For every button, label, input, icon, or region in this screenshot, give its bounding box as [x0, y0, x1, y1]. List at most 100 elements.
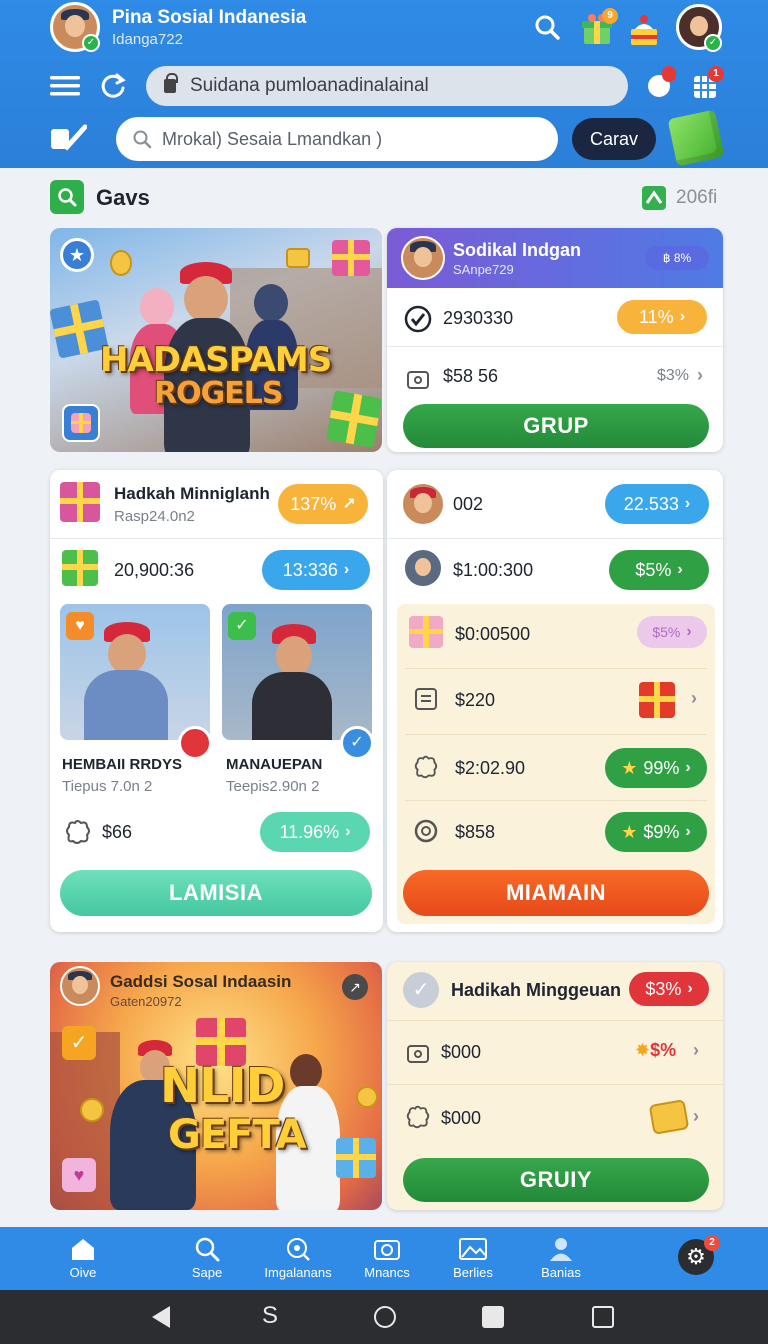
left-row-pill[interactable]: 13:336 › [262, 550, 370, 590]
list-gift-icon [409, 616, 443, 648]
right-row-pill[interactable]: $5% › [609, 550, 709, 590]
check-circle-icon [403, 304, 433, 334]
divider [387, 1084, 723, 1085]
list-pill-text: 99% [643, 757, 680, 778]
list-pill-text: $9% [643, 821, 680, 842]
blue-check-icon: ✓ [340, 726, 374, 760]
divider [50, 538, 383, 539]
gift-card-title-pill[interactable]: $3% › [629, 972, 709, 1006]
nav-media[interactable]: Mnancs [342, 1235, 432, 1280]
left-bottom-pill[interactable]: 11.96% › [260, 812, 370, 852]
promo-info-card: Sodikal Indgan SAnpe729 ฿ 8% 2930330 11%… [387, 228, 723, 452]
gift-card-title-pill-text: $3% [645, 978, 682, 999]
banner2-close-icon[interactable]: ↗ [342, 974, 368, 1000]
menu-icon[interactable] [48, 69, 82, 103]
system-navigation-bar: S [0, 1290, 768, 1344]
check-badge-icon: ✓ [228, 612, 256, 640]
search-button[interactable]: Carav [572, 118, 656, 160]
image-icon [428, 1235, 518, 1263]
right-card-title-pill[interactable]: 22.533 › [605, 484, 709, 524]
burst-icon: ✸ [635, 1040, 651, 1060]
promo-row2-meta: $3% [657, 367, 690, 384]
player-tile[interactable]: ♥ [60, 604, 210, 740]
right-card-avatar[interactable] [401, 482, 445, 526]
green-cube-icon[interactable] [667, 109, 725, 167]
chevron-right-icon[interactable]: › [693, 1040, 699, 1061]
explore-icon [253, 1235, 343, 1263]
banner2-subheadline: GEFTA [168, 1112, 307, 1158]
miamain-button[interactable]: MIAMAIN [403, 870, 709, 916]
search-icon[interactable] [530, 10, 564, 44]
section-title: Gavs [96, 185, 150, 210]
gruiy-button[interactable]: GRUIY [403, 1158, 709, 1202]
section-count: 206fi [676, 187, 718, 208]
window-icon[interactable] [592, 1306, 614, 1328]
home-circle-icon[interactable] [374, 1306, 396, 1328]
banner2-title: Gaddsi Sosal Indaasin [110, 972, 292, 991]
verified-check-icon: ✓ [82, 34, 100, 52]
nav-explore[interactable]: Imgalanans [253, 1235, 343, 1280]
promo-row1-value: 2930330 [443, 308, 514, 328]
s-icon[interactable]: S [262, 1302, 278, 1330]
heart-badge-icon: ♥ [66, 612, 94, 640]
user-online-check-icon: ✓ [704, 34, 722, 52]
gift-row1-meta: ✸$% [635, 1040, 676, 1061]
left-card-title-pill-text: 137% [290, 493, 337, 514]
player-name: HEMBAII RRDYS [62, 756, 183, 773]
search-input[interactable]: Mrokal) Sesaia Lmandkan ) [116, 117, 558, 161]
puzzle-icon [62, 816, 94, 848]
promo-host-avatar[interactable] [401, 236, 445, 280]
list-pill[interactable]: ★ $9% › [605, 812, 707, 852]
chevron-right-icon[interactable]: › [691, 688, 697, 709]
promo-banner-2[interactable]: Gaddsi Sosal Indaasin Gaten20972 ↗ ✓ ♥ N… [50, 962, 382, 1210]
divider [405, 734, 707, 735]
recents-square-icon[interactable] [482, 1306, 504, 1328]
profile-icon [516, 1235, 606, 1263]
player-tile[interactable]: ✓ [222, 604, 372, 740]
banner2-gift-small [336, 1138, 376, 1178]
app-title: Pina Sosial Indanesia [112, 7, 307, 28]
list-pill[interactable]: $5% › [637, 616, 707, 648]
timer-icon [411, 816, 441, 846]
favorite-star-icon[interactable]: ★ [60, 238, 94, 272]
user-avatar-face [690, 15, 708, 36]
row-gift-icon [62, 550, 98, 586]
promo-row1-pill[interactable]: 11% › [617, 300, 707, 334]
back-icon[interactable] [152, 1306, 170, 1328]
left-row-value: 20,900:36 [114, 560, 195, 580]
banner-gift-top [332, 240, 370, 276]
list-gift-icon [639, 682, 675, 718]
nav-label: Berlies [453, 1265, 493, 1280]
address-bar[interactable]: Suidana pumloanadinalainal [146, 66, 628, 106]
lamisia-button[interactable]: LAMISIA [60, 870, 372, 916]
check-circle-icon: ✓ [403, 972, 439, 1008]
nav-label: Oive [69, 1265, 97, 1280]
banner2-coin [80, 1098, 104, 1122]
nav-home[interactable]: Oive [38, 1235, 128, 1280]
header-gift-icon [60, 482, 100, 522]
nav-label: Imgalanans [264, 1265, 332, 1280]
left-bottom-value: $66 [102, 822, 133, 842]
app-logo-icon[interactable] [48, 120, 88, 156]
banner-coin-2 [286, 248, 310, 268]
chevron-right-icon[interactable]: › [693, 1106, 699, 1127]
refresh-icon[interactable] [96, 69, 130, 103]
grup-button[interactable]: GRUP [403, 404, 709, 448]
red-tag-icon [178, 726, 212, 760]
left-reward-card: Hadkah Minniglanh Rasp24.0n2 137% ↗ 20,90… [50, 470, 383, 932]
promo-banner[interactable]: HADASPAMS ROGELS ★ [50, 228, 382, 452]
avatar-face [65, 14, 85, 37]
nav-profile[interactable]: Banias [516, 1235, 606, 1280]
left-card-title: Hadkah Minniglanh [114, 484, 270, 503]
left-card-title-pill[interactable]: 137% ↗ [278, 484, 368, 524]
promo-row1-pill-text: 11% [638, 306, 674, 327]
chevron-right-icon[interactable]: › [697, 365, 703, 386]
list-pill[interactable]: ★ 99% › [605, 748, 707, 788]
promo-row2-value: $58 56 [443, 366, 499, 386]
cake-icon[interactable] [626, 10, 662, 50]
lock-icon [164, 73, 178, 93]
nav-search[interactable]: Sape [162, 1235, 252, 1280]
banner-gift-right [326, 390, 382, 448]
gift-box-badge-icon[interactable] [62, 404, 100, 442]
nav-gallery[interactable]: Berlies [428, 1235, 518, 1280]
